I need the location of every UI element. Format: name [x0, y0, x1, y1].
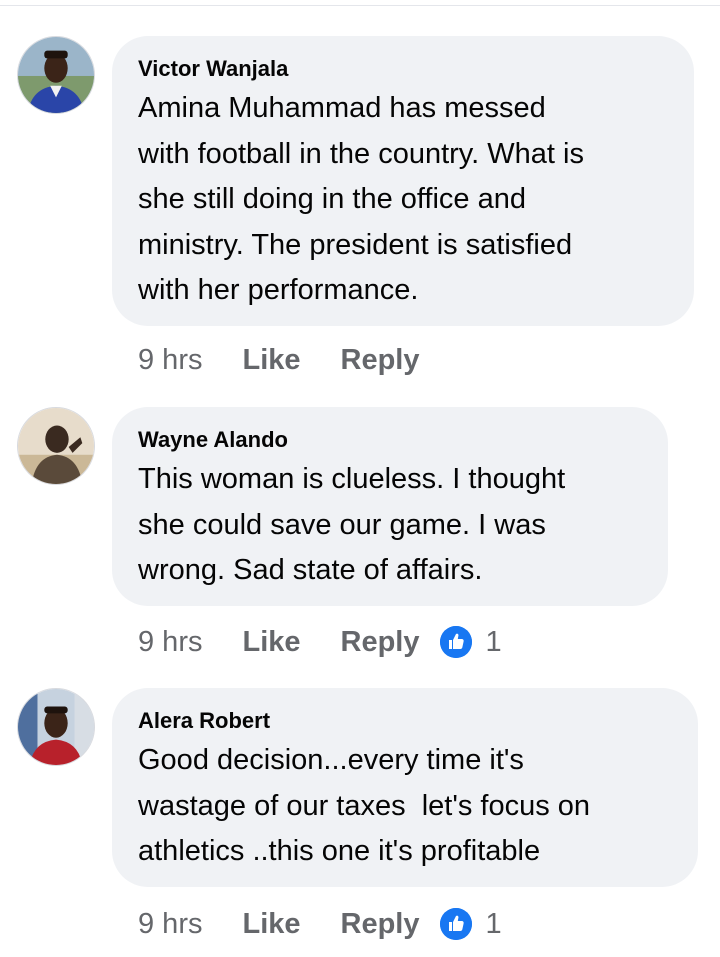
thumbs-up-icon [439, 626, 472, 658]
comment-text: This woman is clueless. I thought she co… [138, 463, 566, 586]
avatar[interactable] [17, 688, 95, 766]
person-avatar-icon [18, 408, 94, 484]
comment-text: Good decision...every time it's wastage … [138, 744, 591, 867]
reaction-count: 1 [485, 625, 502, 658]
comment-bubble: Victor Wanjala Amina Muhammad has messed… [112, 36, 694, 326]
top-divider [0, 5, 720, 6]
person-avatar-icon [18, 37, 94, 113]
comment-timestamp[interactable]: 9 hrs [138, 344, 202, 377]
comment-text: Amina Muhammad has messed with football … [138, 92, 584, 306]
comment-timestamp[interactable]: 9 hrs [138, 908, 202, 941]
reaction-count: 1 [485, 907, 502, 940]
reply-button[interactable]: Reply [341, 908, 420, 941]
like-button[interactable]: Like [242, 908, 300, 941]
comment-actions: 9 hrs Like Reply 1 [138, 622, 502, 662]
comment-actions: 9 hrs Like Reply 1 [138, 904, 502, 944]
like-button[interactable]: Like [242, 344, 300, 377]
comment-author[interactable]: Alera Robert [138, 708, 672, 738]
comment-actions: 9 hrs Like Reply [138, 340, 440, 380]
reaction-summary[interactable]: 1 [439, 907, 502, 941]
comment-author[interactable]: Wayne Alando [138, 427, 642, 457]
comment-timestamp[interactable]: 9 hrs [138, 626, 202, 659]
person-avatar-icon [18, 689, 94, 765]
like-button[interactable]: Like [242, 626, 300, 659]
avatar[interactable] [17, 407, 95, 485]
comment-author[interactable]: Victor Wanjala [138, 56, 668, 86]
thumbs-up-icon [439, 908, 472, 940]
comment-bubble: Alera Robert Good decision...every time … [112, 688, 698, 887]
reply-button[interactable]: Reply [341, 626, 420, 659]
reply-button[interactable]: Reply [341, 344, 420, 377]
avatar[interactable] [17, 36, 95, 114]
comment-bubble: Wayne Alando This woman is clueless. I t… [112, 407, 668, 606]
reaction-summary[interactable]: 1 [439, 625, 502, 659]
